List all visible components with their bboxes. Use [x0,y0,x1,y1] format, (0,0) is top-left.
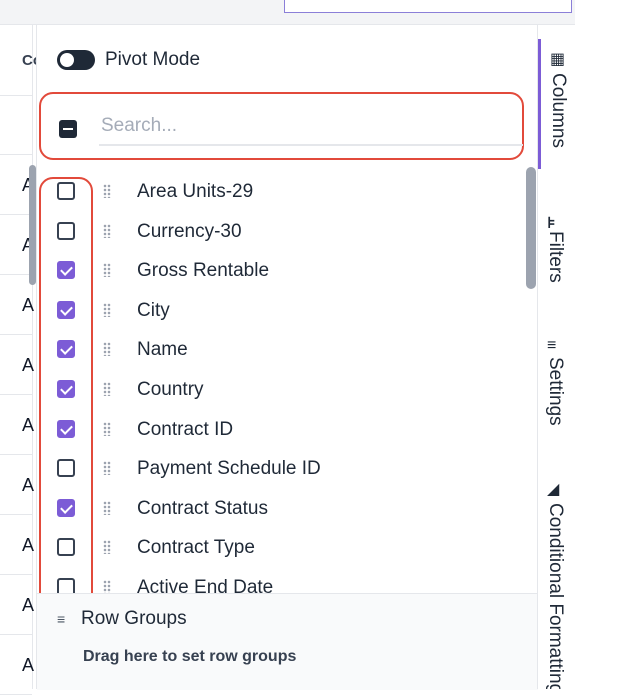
column-label: Country [137,379,204,400]
side-bar: ▦ Columns ⊧ Filters ≡ Settings ◢ Conditi… [537,25,576,689]
list-item[interactable]: Gross Rentable [37,252,517,291]
column-label: Contract ID [137,418,234,440]
drag-handle-icon[interactable] [103,540,111,555]
column-checkbox[interactable] [57,419,75,438]
table-row[interactable]: A [0,335,35,395]
search-highlight-box [39,92,524,160]
table-row[interactable] [0,95,32,155]
pivot-mode-toggle-row[interactable]: Pivot Mode [57,47,200,73]
select-all-checkbox[interactable] [59,120,77,138]
list-item[interactable]: Contract Status [37,490,517,529]
drag-handle-icon[interactable] [103,382,111,396]
column-checkbox[interactable] [57,538,75,557]
column-label: Area Units-29 [137,181,254,202]
toggle-knob [60,53,74,67]
column-list-scrollbar[interactable] [526,167,536,289]
column-label: Payment Schedule ID [137,458,321,480]
tab-conditional-formatting-label: Conditional Formatting [545,503,566,689]
drag-handle-icon[interactable] [103,184,111,198]
row-groups-drop-zone[interactable]: ≡ Row Groups Drag here to set row groups [37,593,538,690]
table-row[interactable]: A [0,395,35,455]
column-label: Contract Status [137,497,268,519]
list-item[interactable]: City [37,292,517,331]
list-item[interactable]: Contract ID [37,411,517,450]
table-cell: A [22,655,35,675]
drag-handle-icon[interactable] [103,263,111,278]
table-cell: A [22,535,35,555]
drag-handle-icon[interactable] [103,421,111,436]
table-row[interactable]: A [0,155,34,215]
column-label: Contract Type [137,537,255,559]
tab-columns[interactable]: ▦ Columns [538,39,576,169]
drag-handle-icon[interactable] [103,500,111,515]
column-checkbox[interactable] [57,578,75,593]
column-label: City [137,299,170,321]
tab-settings[interactable]: ≡ Settings [538,327,576,447]
paint-bucket-icon: ◢ [547,481,560,498]
column-label: Name [137,339,188,361]
grid-column-header[interactable]: Co [0,25,42,96]
list-item[interactable]: Area Units-29 [37,173,517,212]
columns-icon: ▦ [550,51,566,68]
pivot-mode-toggle[interactable] [57,50,95,70]
row-groups-header: ≡ Row Groups [57,608,187,630]
column-checkbox[interactable] [57,380,75,398]
table-row[interactable]: A [0,575,35,635]
settings-icon: ≡ [547,337,557,354]
search-input[interactable] [99,108,523,146]
list-item[interactable]: Contract Type [37,529,517,568]
column-label: Active End Date [137,577,274,593]
row-groups-hint: Drag here to set row groups [83,648,297,665]
table-cell: A [22,475,35,495]
column-checkbox[interactable] [57,221,75,240]
column-checkbox[interactable] [57,261,75,280]
column-checkbox[interactable] [57,300,75,319]
drag-handle-icon[interactable] [103,461,111,476]
table-row[interactable]: A [0,215,34,275]
tab-filters-label: Filters [545,231,566,283]
filter-icon: ⊧ [547,215,556,232]
column-label: Currency-30 [137,220,242,242]
drag-handle-icon[interactable] [103,342,111,357]
row-groups-title: Row Groups [81,608,187,629]
table-row[interactable]: A [0,515,35,575]
drag-handle-icon[interactable] [103,580,111,593]
table-cell: A [22,355,35,375]
filter-input[interactable] [284,0,572,13]
pivot-mode-label: Pivot Mode [105,49,201,70]
grid-column: Co A A A A A A A A A [0,25,42,695]
columns-tool-panel: Pivot Mode Area Units-29 Currency-30 Gross… [36,25,538,690]
table-cell: A [22,295,35,315]
table-cell: A [22,415,35,435]
table-cell: A [22,595,35,615]
grid-scrollbar[interactable] [29,165,36,285]
table-row[interactable]: A [0,455,35,515]
list-item[interactable]: Name [37,331,517,370]
list-item[interactable]: Country [37,371,517,410]
table-row[interactable]: A [0,635,35,695]
column-list: Area Units-29 Currency-30 Gross Rentable Ci… [37,173,538,593]
column-checkbox[interactable] [57,498,75,517]
table-row[interactable]: A [0,275,35,335]
drag-handle-icon[interactable] [103,223,111,238]
tab-filters[interactable]: ⊧ Filters [538,203,576,303]
column-checkbox[interactable] [57,459,75,478]
row-groups-icon: ≡ [57,611,66,627]
background [575,0,631,689]
tab-conditional-formatting[interactable]: ◢ Conditional Formatting [538,469,576,689]
list-item[interactable]: Payment Schedule ID [37,450,517,489]
column-checkbox[interactable] [57,182,75,200]
drag-handle-icon[interactable] [103,302,111,317]
column-checkbox[interactable] [57,340,75,359]
column-label: Gross Rentable [137,260,270,282]
list-item[interactable]: Currency-30 [37,213,517,252]
tab-columns-label: Columns [548,73,569,148]
tab-settings-label: Settings [545,357,566,426]
list-item[interactable]: Active End Date [37,569,517,593]
